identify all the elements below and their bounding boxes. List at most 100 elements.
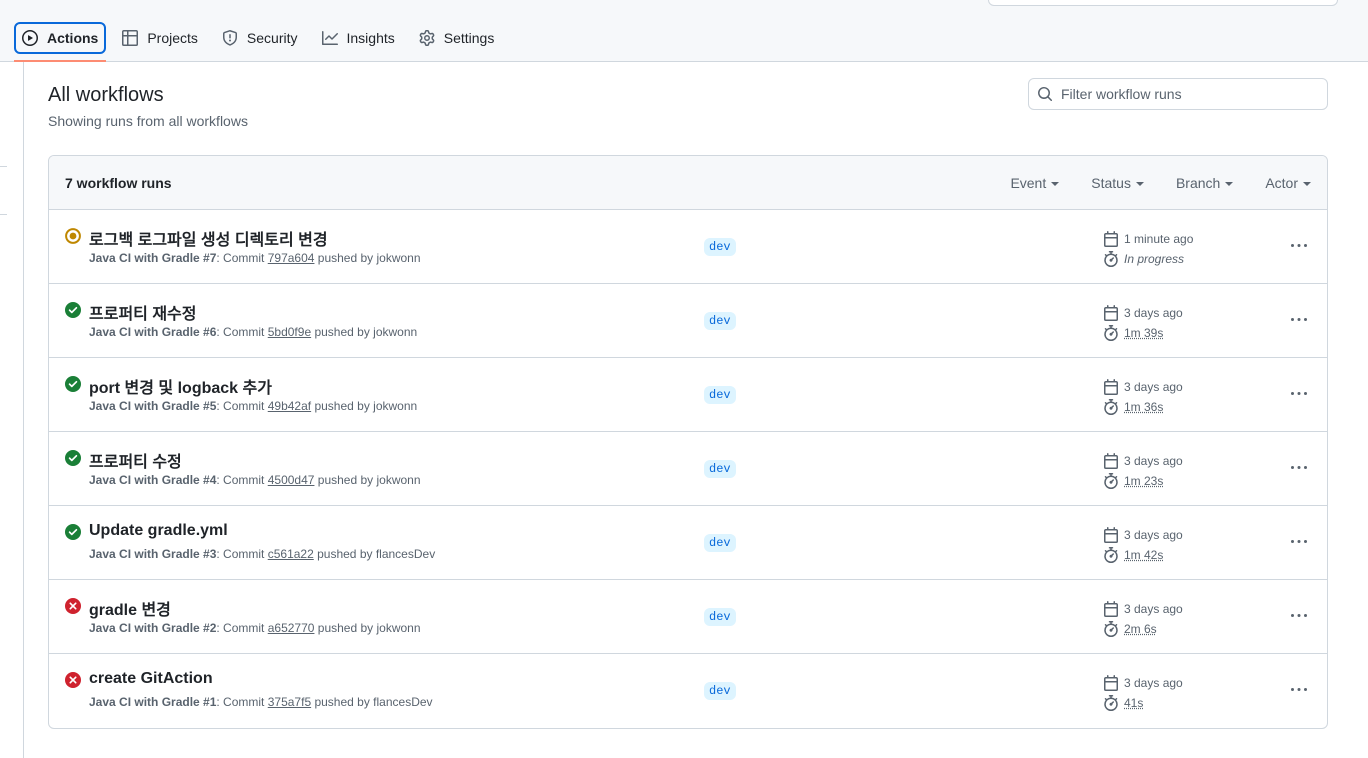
branch-label[interactable]: dev bbox=[704, 682, 736, 700]
tab-settings[interactable]: Settings bbox=[411, 22, 503, 54]
tab-actions[interactable]: Actions bbox=[14, 22, 107, 54]
run-title[interactable]: create GitAction bbox=[89, 670, 213, 688]
run-started-text: 3 days ago bbox=[1124, 454, 1183, 468]
run-more-options-button[interactable] bbox=[1283, 382, 1315, 406]
gear-icon bbox=[419, 30, 435, 46]
kebab-horizontal-icon bbox=[1291, 244, 1307, 247]
run-more-options-button[interactable] bbox=[1283, 308, 1315, 332]
caret-down-icon bbox=[1051, 181, 1060, 186]
run-commit-prefix: : Commit bbox=[216, 695, 268, 709]
caret-down-icon bbox=[1135, 181, 1144, 186]
branch-label[interactable]: dev bbox=[704, 534, 736, 552]
top-search-box[interactable] bbox=[988, 0, 1338, 6]
event-filter[interactable]: Event bbox=[1010, 175, 1060, 191]
run-title[interactable]: Update gradle.yml bbox=[89, 522, 228, 540]
rail-divider bbox=[0, 166, 7, 167]
branch-filter[interactable]: Branch bbox=[1176, 175, 1234, 191]
check-circle-icon bbox=[65, 524, 81, 540]
branch-label[interactable]: dev bbox=[704, 238, 736, 256]
calendar-icon bbox=[1104, 527, 1118, 543]
run-started-text: 3 days ago bbox=[1124, 380, 1183, 394]
workflow-run-row[interactable]: port 변경 및 logback 추가 Java CI with Gradle… bbox=[49, 358, 1327, 432]
run-meta: Java CI with Gradle #4: Commit 4500d47 p… bbox=[89, 473, 421, 487]
run-meta: Java CI with Gradle #2: Commit a652770 p… bbox=[89, 621, 421, 635]
run-duration: 1m 39s bbox=[1103, 325, 1163, 341]
run-started: 3 days ago bbox=[1103, 379, 1183, 395]
stopwatch-icon bbox=[1104, 473, 1118, 489]
check-circle-icon bbox=[65, 302, 81, 318]
rail-divider bbox=[0, 214, 7, 215]
workflow-run-row[interactable]: 프로퍼티 수정 Java CI with Gradle #4: Commit 4… bbox=[49, 432, 1327, 506]
calendar-icon bbox=[1104, 231, 1118, 247]
workflow-run-row[interactable]: 프로퍼티 재수정 Java CI with Gradle #6: Commit … bbox=[49, 284, 1327, 358]
commit-sha-link[interactable]: 4500d47 bbox=[268, 473, 315, 487]
run-more-options-button[interactable] bbox=[1283, 234, 1315, 258]
tab-projects[interactable]: Projects bbox=[114, 22, 206, 54]
run-commit-prefix: : Commit bbox=[216, 547, 268, 561]
caret-down-icon bbox=[1303, 181, 1311, 186]
run-duration-text: 1m 23s bbox=[1124, 474, 1164, 488]
run-more-options-button[interactable] bbox=[1283, 456, 1315, 480]
stopwatch-icon bbox=[1104, 251, 1118, 267]
run-started-text: 3 days ago bbox=[1124, 306, 1183, 320]
run-duration-text: 1m 36s bbox=[1124, 400, 1164, 414]
run-title[interactable]: 로그백 로그파일 생성 디렉토리 변경 bbox=[89, 226, 328, 250]
run-duration-text: 2m 6s bbox=[1124, 622, 1157, 636]
commit-sha-link[interactable]: 5bd0f9e bbox=[268, 325, 311, 339]
commit-sha-link[interactable]: 375a7f5 bbox=[268, 695, 311, 709]
kebab-horizontal-icon bbox=[1291, 318, 1307, 321]
left-sidebar-rail bbox=[0, 62, 24, 758]
event-filter-label: Event bbox=[1010, 175, 1047, 191]
active-tab-underline bbox=[14, 60, 106, 62]
run-pushed-by: pushed by jokwonn bbox=[314, 621, 421, 635]
workflow-run-row[interactable]: 로그백 로그파일 생성 디렉토리 변경 Java CI with Gradle … bbox=[49, 210, 1327, 284]
run-started: 1 minute ago bbox=[1103, 231, 1193, 247]
branch-label[interactable]: dev bbox=[704, 608, 736, 626]
run-duration: 1m 23s bbox=[1103, 473, 1163, 489]
branch-label[interactable]: dev bbox=[704, 386, 736, 404]
stopwatch-icon bbox=[1104, 547, 1118, 563]
run-title[interactable]: 프로퍼티 재수정 bbox=[89, 300, 197, 324]
filter-runs-input[interactable] bbox=[1061, 86, 1311, 102]
branch-label[interactable]: dev bbox=[704, 460, 736, 478]
tab-security[interactable]: Security bbox=[214, 22, 306, 54]
run-started: 3 days ago bbox=[1103, 675, 1183, 691]
shield-icon bbox=[222, 30, 237, 46]
calendar-icon bbox=[1104, 453, 1118, 469]
table-icon bbox=[122, 30, 139, 46]
run-title[interactable]: 프로퍼티 수정 bbox=[89, 448, 182, 472]
commit-sha-link[interactable]: 797a604 bbox=[268, 251, 315, 265]
tab-insights[interactable]: Insights bbox=[314, 22, 403, 54]
run-workflow-name: Java CI with Gradle #1 bbox=[89, 695, 217, 709]
check-circle-icon bbox=[65, 376, 81, 392]
run-more-options-button[interactable] bbox=[1283, 530, 1315, 554]
tab-projects-label: Projects bbox=[147, 30, 198, 46]
run-commit-prefix: : Commit bbox=[216, 251, 268, 265]
runs-list-body: 로그백 로그파일 생성 디렉토리 변경 Java CI with Gradle … bbox=[49, 210, 1327, 728]
run-duration: 41s bbox=[1103, 695, 1143, 711]
run-title[interactable]: gradle 변경 bbox=[89, 596, 171, 620]
run-title[interactable]: port 변경 및 logback 추가 bbox=[89, 374, 272, 398]
workflow-run-row[interactable]: create GitAction Java CI with Gradle #1:… bbox=[49, 654, 1327, 728]
workflow-run-row[interactable]: Update gradle.yml Java CI with Gradle #3… bbox=[49, 506, 1327, 580]
commit-sha-link[interactable]: 49b42af bbox=[268, 399, 311, 413]
filter-workflow-runs[interactable] bbox=[1028, 78, 1328, 110]
calendar-icon bbox=[1104, 379, 1118, 395]
workflow-run-row[interactable]: gradle 변경 Java CI with Gradle #2: Commit… bbox=[49, 580, 1327, 654]
commit-sha-link[interactable]: c561a22 bbox=[268, 547, 314, 561]
branch-label[interactable]: dev bbox=[704, 312, 736, 330]
run-pushed-by: pushed by flancesDev bbox=[311, 695, 433, 709]
tab-security-label: Security bbox=[246, 30, 298, 46]
run-more-options-button[interactable] bbox=[1283, 678, 1315, 702]
run-pushed-by: pushed by jokwonn bbox=[314, 251, 421, 265]
run-meta: Java CI with Gradle #5: Commit 49b42af p… bbox=[89, 399, 417, 413]
commit-sha-link[interactable]: a652770 bbox=[268, 621, 315, 635]
in-progress-icon bbox=[65, 228, 81, 244]
in-progress-status-icon bbox=[65, 228, 81, 244]
run-started-text: 3 days ago bbox=[1124, 602, 1183, 616]
run-meta: Java CI with Gradle #1: Commit 375a7f5 p… bbox=[89, 695, 433, 709]
status-filter[interactable]: Status bbox=[1091, 175, 1144, 191]
run-more-options-button[interactable] bbox=[1283, 604, 1315, 628]
actor-filter[interactable]: Actor bbox=[1265, 175, 1311, 191]
run-duration: 1m 36s bbox=[1103, 399, 1163, 415]
